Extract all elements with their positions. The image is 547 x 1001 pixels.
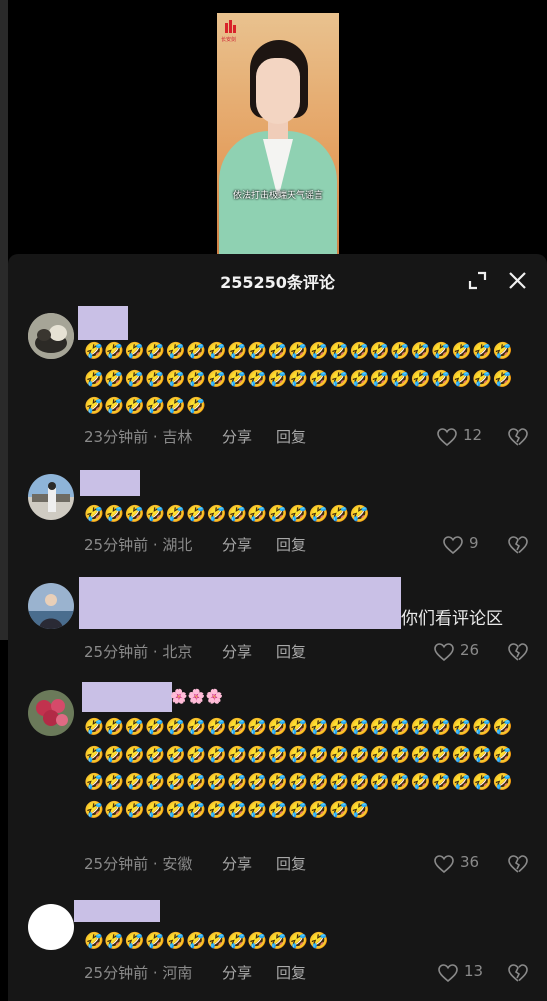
- share-button[interactable]: 分享: [222, 962, 252, 983]
- avatar[interactable]: [28, 690, 74, 736]
- comment-time-location: 25分钟前 · 河南: [84, 964, 193, 982]
- reply-button[interactable]: 回复: [276, 962, 306, 983]
- like-count: 26: [460, 641, 480, 659]
- channel-logo-text: 长安剑: [221, 37, 237, 43]
- reply-button[interactable]: 回复: [276, 853, 306, 874]
- username-redacted[interactable]: [74, 900, 160, 922]
- avatar[interactable]: [28, 583, 74, 629]
- anchor-face: [256, 58, 300, 124]
- avatar[interactable]: [28, 904, 74, 950]
- video-subtitle: 依法打击极端天气谣言: [232, 191, 323, 201]
- comment-text-content: 你们看评论区: [401, 609, 503, 629]
- avatar-image-icon: [28, 313, 74, 359]
- dislike-icon[interactable]: [508, 963, 528, 983]
- avatar[interactable]: [28, 313, 74, 359]
- comment-count-title: 255250条评论: [220, 273, 335, 292]
- like-count: 13: [464, 962, 484, 980]
- comment-item: 你们看评论区 25分钟前 · 北京 分享 回复 26: [8, 577, 547, 667]
- comment-time-location: 25分钟前 · 安徽: [84, 855, 193, 873]
- comment-time-location: 25分钟前 · 北京: [84, 643, 193, 661]
- heart-icon: [434, 855, 454, 873]
- like-count: 9: [469, 534, 479, 552]
- heart-icon: [434, 643, 454, 661]
- share-button[interactable]: 分享: [222, 853, 252, 874]
- share-button[interactable]: 分享: [222, 426, 252, 447]
- close-icon[interactable]: [508, 271, 527, 290]
- avatar-image-icon: [28, 474, 74, 520]
- avatar[interactable]: [28, 474, 74, 520]
- like-button[interactable]: 9: [443, 534, 503, 556]
- like-count: 12: [463, 426, 483, 444]
- comment-item: 🌸🌸🌸 🤣🤣🤣🤣🤣🤣🤣🤣🤣🤣🤣🤣🤣🤣🤣🤣🤣🤣🤣🤣🤣🤣🤣🤣🤣🤣🤣🤣🤣🤣🤣🤣🤣🤣🤣🤣…: [8, 682, 547, 882]
- dislike-icon[interactable]: [508, 854, 528, 874]
- username-redacted[interactable]: [82, 682, 172, 712]
- share-button[interactable]: 分享: [222, 534, 252, 555]
- comment-text: 🤣🤣🤣🤣🤣🤣🤣🤣🤣🤣🤣🤣🤣🤣🤣🤣🤣🤣🤣🤣🤣🤣🤣🤣🤣🤣🤣🤣🤣🤣🤣🤣🤣🤣🤣🤣🤣🤣🤣🤣…: [84, 717, 513, 819]
- comment-item: 🤣🤣🤣🤣🤣🤣🤣🤣🤣🤣🤣🤣 25分钟前 · 河南 分享 回复 13: [8, 900, 547, 1001]
- comment-text: 🤣🤣🤣🤣🤣🤣🤣🤣🤣🤣🤣🤣: [84, 931, 330, 950]
- avatar-image-icon: [28, 583, 74, 629]
- video-player[interactable]: 长安剑 依法打击极端天气谣言: [217, 13, 339, 254]
- username-redacted[interactable]: [80, 470, 140, 496]
- like-button[interactable]: 12: [437, 426, 497, 448]
- like-button[interactable]: 13: [438, 962, 498, 984]
- background-edge: [0, 0, 8, 640]
- comment-text: 🤣🤣🤣🤣🤣🤣🤣🤣🤣🤣🤣🤣🤣🤣: [84, 504, 370, 523]
- like-button[interactable]: 26: [434, 641, 494, 663]
- comment-item: 🤣🤣🤣🤣🤣🤣🤣🤣🤣🤣🤣🤣🤣🤣🤣🤣🤣🤣🤣🤣🤣🤣🤣🤣🤣🤣🤣🤣🤣🤣🤣🤣🤣🤣🤣🤣🤣🤣🤣🤣…: [8, 306, 547, 456]
- username-redacted[interactable]: [78, 306, 128, 340]
- heart-icon: [443, 536, 463, 554]
- comment-text: 你们看评论区: [401, 605, 503, 633]
- reply-button[interactable]: 回复: [276, 641, 306, 662]
- expand-icon[interactable]: [468, 271, 487, 290]
- comment-item: 🤣🤣🤣🤣🤣🤣🤣🤣🤣🤣🤣🤣🤣🤣 25分钟前 · 湖北 分享 回复 9: [8, 470, 547, 560]
- comment-sheet-header: 255250条评论: [8, 254, 547, 306]
- avatar-image-icon: [28, 690, 74, 736]
- heart-icon: [437, 428, 457, 446]
- username-suffix: 🌸🌸🌸: [170, 689, 224, 705]
- comment-time-location: 25分钟前 · 湖北: [84, 536, 193, 554]
- comment-sheet: 255250条评论 🤣🤣🤣🤣🤣🤣🤣🤣🤣🤣🤣🤣🤣🤣🤣🤣🤣🤣🤣🤣🤣🤣🤣🤣🤣🤣🤣🤣🤣🤣…: [8, 254, 547, 1001]
- share-button[interactable]: 分享: [222, 641, 252, 662]
- like-count: 36: [460, 853, 480, 871]
- reply-button[interactable]: 回复: [276, 426, 306, 447]
- comment-time-location: 23分钟前 · 吉林: [84, 428, 193, 446]
- dislike-icon[interactable]: [508, 535, 528, 555]
- like-button[interactable]: 36: [434, 853, 494, 875]
- comment-text: 🤣🤣🤣🤣🤣🤣🤣🤣🤣🤣🤣🤣🤣🤣🤣🤣🤣🤣🤣🤣🤣🤣🤣🤣🤣🤣🤣🤣🤣🤣🤣🤣🤣🤣🤣🤣🤣🤣🤣🤣…: [84, 341, 513, 415]
- heart-icon: [438, 964, 458, 982]
- reply-button[interactable]: 回复: [276, 534, 306, 555]
- dislike-icon[interactable]: [508, 427, 528, 447]
- dislike-icon[interactable]: [508, 642, 528, 662]
- username-redacted[interactable]: [79, 577, 401, 629]
- channel-logo-icon: [225, 20, 236, 33]
